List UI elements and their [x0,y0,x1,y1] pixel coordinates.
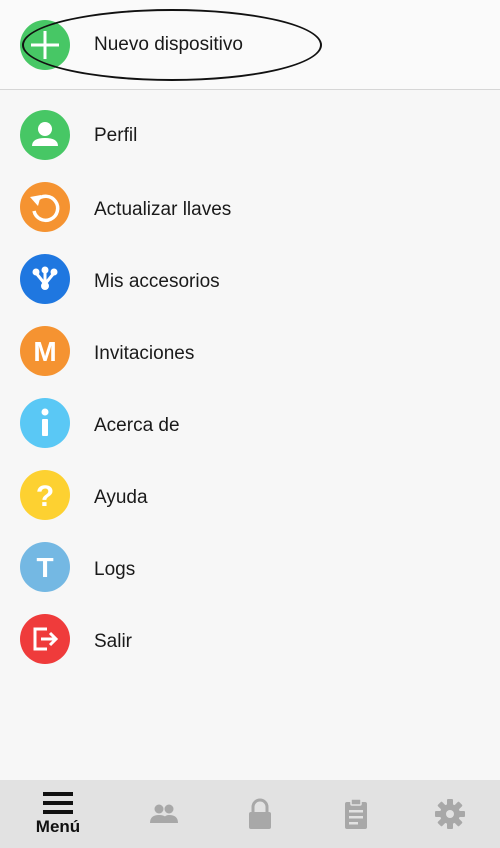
menu-item-perfil[interactable]: Perfil [0,98,500,170]
letter-m-icon: M [20,326,70,376]
svg-text:M: M [33,336,56,367]
info-icon [20,398,70,448]
tab-settings[interactable] [400,780,500,848]
tab-lock[interactable] [210,780,310,848]
bottom-navigation: Menú [0,780,500,848]
tab-menu[interactable]: Menú [8,780,108,848]
menu-item-mis-accesorios[interactable]: Mis accesorios [0,242,500,314]
menu-item-logs[interactable]: T Logs [0,530,500,602]
new-device-item[interactable]: Nuevo dispositivo [0,0,500,89]
refresh-icon [20,182,70,232]
menu-item-label: Acerca de [94,415,180,436]
lock-icon [249,798,271,829]
menu-item-label: Actualizar llaves [94,199,232,220]
tab-clipboard[interactable] [306,780,406,848]
person-icon [20,110,70,160]
menu-item-ayuda[interactable]: ? Ayuda [0,458,500,530]
new-device-label: Nuevo dispositivo [94,34,243,55]
clipboard-icon [345,798,367,829]
menu-item-label: Salir [94,631,133,652]
gear-icon [435,799,465,829]
tab-people[interactable] [114,780,214,848]
menu-item-label: Ayuda [94,487,148,508]
menu-item-actualizar-llaves[interactable]: Actualizar llaves [0,170,500,242]
menu-item-acerca-de[interactable]: Acerca de [0,386,500,458]
letter-t-icon: T [20,542,70,592]
svg-text:T: T [36,552,53,583]
divider [0,89,500,90]
menu-item-invitaciones[interactable]: M Invitaciones [0,314,500,386]
question-icon: ? [20,470,70,520]
tab-menu-label: Menú [35,817,81,836]
share-nodes-icon [20,254,70,304]
menu-item-salir[interactable]: Salir [0,602,500,674]
menu-item-label: Mis accesorios [94,271,220,292]
menu-item-label: Perfil [94,125,138,146]
menu-item-label: Invitaciones [94,343,195,364]
people-icon [150,804,178,823]
plus-icon [20,20,70,70]
exit-icon [20,614,70,664]
menu-item-label: Logs [94,559,136,580]
menu-icon [43,792,73,814]
svg-text:?: ? [36,480,54,513]
